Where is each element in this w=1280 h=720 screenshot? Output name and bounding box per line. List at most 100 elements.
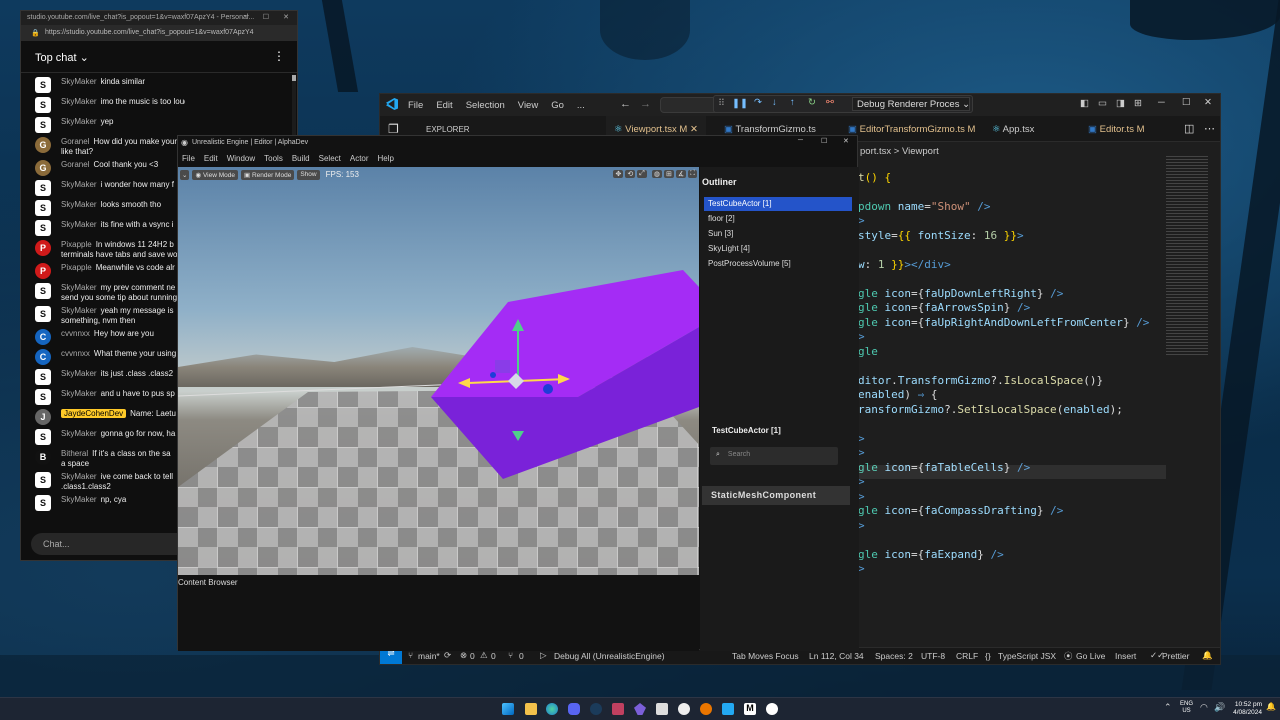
show-button[interactable]: Show: [297, 170, 320, 180]
split-editor-icon[interactable]: ◫: [1184, 122, 1194, 135]
avatar[interactable]: C: [35, 329, 51, 345]
chat-author[interactable]: SkyMaker: [61, 200, 97, 209]
outliner-item[interactable]: SkyLight [4]: [704, 242, 852, 256]
sync-icon[interactable]: ⟳: [444, 650, 451, 661]
tab-editor-ts[interactable]: ▣ Editor.ts M: [1080, 116, 1153, 142]
file-explorer-icon[interactable]: [525, 703, 537, 715]
discord-icon[interactable]: [568, 703, 580, 715]
menu-item[interactable]: Go: [551, 100, 564, 111]
debug-status[interactable]: Debug All (UnrealisticEngine): [554, 651, 665, 661]
angle-snap-icon[interactable]: ∡: [675, 170, 687, 178]
app-icon[interactable]: M: [744, 703, 756, 715]
outliner-item[interactable]: PostProcessVolume [5]: [704, 257, 852, 271]
step-over-icon[interactable]: ↷: [754, 97, 762, 108]
minimap[interactable]: [1166, 156, 1208, 356]
go-live-button[interactable]: Go Live: [1076, 651, 1105, 661]
avatar[interactable]: G: [35, 160, 51, 176]
maximize-icon[interactable]: ☐: [821, 137, 827, 145]
avatar[interactable]: C: [35, 349, 51, 365]
maximize-icon[interactable]: ☐: [263, 13, 269, 21]
chat-author[interactable]: SkyMaker: [61, 495, 97, 504]
more-options-icon[interactable]: ⋮: [273, 49, 285, 63]
avatar[interactable]: P: [35, 263, 51, 279]
component-row[interactable]: StaticMeshComponent: [702, 486, 850, 505]
menu-item[interactable]: Edit: [204, 154, 218, 164]
encoding-status[interactable]: UTF-8: [921, 651, 945, 661]
scale-tool-icon[interactable]: ⤢: [637, 170, 647, 178]
menu-item[interactable]: ...: [577, 100, 585, 111]
avatar[interactable]: B: [35, 449, 51, 465]
avatar[interactable]: S: [35, 77, 51, 93]
chat-author[interactable]: cvvnnxx: [61, 349, 90, 358]
avatar[interactable]: S: [35, 200, 51, 216]
eol-status[interactable]: CRLF: [956, 651, 978, 661]
chat-author[interactable]: SkyMaker: [61, 429, 97, 438]
minimize-icon[interactable]: ─: [798, 137, 803, 144]
explorer-icon[interactable]: ❐: [388, 122, 399, 136]
avatar[interactable]: S: [35, 117, 51, 133]
step-out-icon[interactable]: ↑: [790, 97, 795, 108]
avatar[interactable]: S: [35, 495, 51, 511]
prettier-status[interactable]: Prettier: [1162, 651, 1189, 661]
chat-author[interactable]: SkyMaker: [61, 389, 97, 398]
outliner-item[interactable]: TestCubeActor [1]: [704, 197, 852, 211]
tab-editortransformgizmo-ts[interactable]: ▣ EditorTransformGizmo.ts M: [840, 116, 983, 142]
menu-item[interactable]: View: [518, 100, 538, 111]
avatar[interactable]: S: [35, 97, 51, 113]
branch-status[interactable]: main*: [418, 651, 440, 661]
volume-icon[interactable]: 🔊: [1214, 702, 1225, 713]
chat-author[interactable]: Bitheral: [61, 449, 88, 458]
chat-author[interactable]: SkyMaker: [61, 369, 97, 378]
avatar[interactable]: S: [35, 389, 51, 405]
ports-count[interactable]: 0: [519, 651, 524, 661]
maximize-viewport-icon[interactable]: ⛶: [688, 170, 697, 178]
chat-author[interactable]: Pixapple: [61, 263, 92, 272]
app-icon[interactable]: [656, 703, 668, 715]
close-icon[interactable]: ✕: [843, 137, 849, 145]
scene-viewport[interactable]: ⌄ ◉ View Mode ▣ Render Mode Show FPS: 15…: [178, 167, 699, 575]
drag-handle-icon[interactable]: ⠿: [718, 98, 725, 109]
avatar[interactable]: S: [35, 180, 51, 196]
menu-item[interactable]: Help: [378, 154, 394, 164]
command-center[interactable]: [660, 97, 720, 113]
unrealistic-engine-icon[interactable]: [766, 703, 778, 715]
outliner-item[interactable]: Sun [3]: [704, 227, 852, 241]
code-editor[interactable]: t() { pdown name="Show" /> > style={{ fo…: [858, 156, 1149, 591]
avatar[interactable]: J: [35, 409, 51, 425]
chat-author[interactable]: SkyMaker: [61, 472, 97, 481]
translate-tool-icon[interactable]: ✥: [613, 170, 624, 178]
clock[interactable]: 10:52 pm 4/08/2024: [1232, 701, 1262, 717]
minimize-icon[interactable]: ─: [244, 13, 249, 20]
chat-author[interactable]: Goranel: [61, 137, 89, 146]
grid-snap-icon[interactable]: ⊞: [663, 170, 674, 178]
tab-focus-status[interactable]: Tab Moves Focus: [732, 651, 799, 661]
start-icon[interactable]: [502, 703, 514, 715]
cursor-position[interactable]: Ln 112, Col 34: [809, 651, 864, 661]
menu-item[interactable]: File: [182, 154, 195, 164]
view-mode-button[interactable]: ◉ View Mode: [192, 170, 238, 180]
menu-item[interactable]: Select: [319, 154, 341, 164]
close-icon[interactable]: ✕: [690, 124, 698, 135]
local-space-icon[interactable]: ◍: [651, 170, 662, 178]
avatar[interactable]: S: [35, 369, 51, 385]
wifi-icon[interactable]: ◠: [1200, 702, 1208, 713]
toggle-secondary-sidebar-icon[interactable]: ◨: [1116, 98, 1125, 109]
tab-app-tsx[interactable]: ⚛ App.tsx: [984, 116, 1042, 142]
language-status[interactable]: TypeScript JSX: [998, 651, 1056, 661]
avatar[interactable]: S: [35, 429, 51, 445]
chat-author[interactable]: SkyMaker: [61, 306, 97, 315]
forward-arrow-icon[interactable]: →: [640, 98, 651, 110]
steam-icon[interactable]: [590, 703, 602, 715]
menu-item[interactable]: Window: [227, 154, 255, 164]
chat-author[interactable]: SkyMaker: [61, 77, 97, 86]
avatar[interactable]: S: [35, 283, 51, 299]
details-search-input[interactable]: ⌕ Search: [710, 447, 838, 465]
avatar[interactable]: S: [35, 472, 51, 488]
chat-input[interactable]: Chat...: [31, 533, 191, 555]
menu-item[interactable]: Edit: [436, 100, 452, 111]
more-actions-icon[interactable]: ⋯: [1204, 122, 1215, 135]
menu-item[interactable]: Actor: [350, 154, 369, 164]
toggle-sidebar-icon[interactable]: ◧: [1080, 98, 1089, 109]
debug-config-select[interactable]: Debug Renderer Proces ⌄: [852, 97, 970, 111]
render-mode-button[interactable]: ▣ Render Mode: [240, 170, 295, 180]
